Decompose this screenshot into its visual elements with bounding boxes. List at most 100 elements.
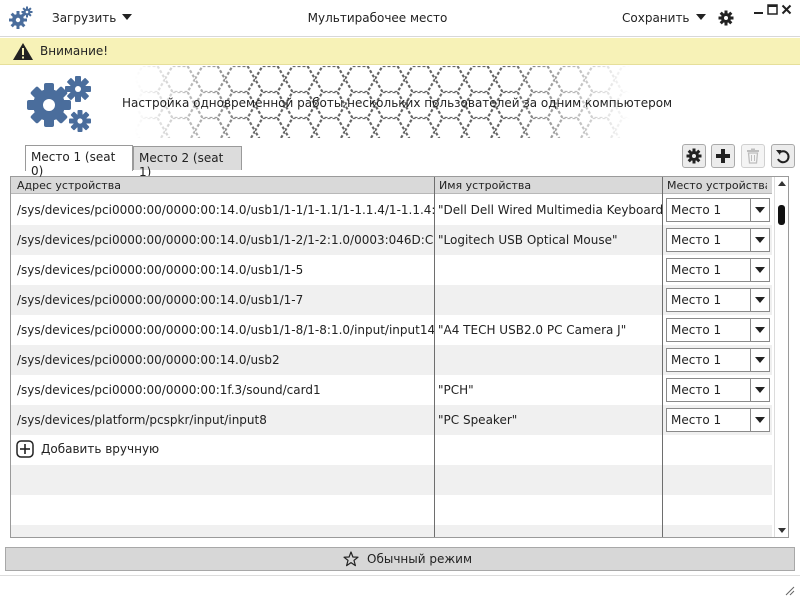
device-address: /sys/devices/pci0000:00/0000:00:14.0/usb… <box>17 353 280 367</box>
warning-triangle-icon <box>13 43 33 60</box>
device-name: "Logitech USB Optical Mouse" <box>438 233 618 247</box>
seat-dropdown-value: Место 1 <box>671 203 722 217</box>
chevron-down-icon <box>755 417 765 423</box>
chevron-down-icon <box>755 387 765 393</box>
title-bar: Загрузить Мультирабочее место Сохранить <box>0 0 800 37</box>
device-address: /sys/devices/pci0000:00/0000:00:14.0/usb… <box>17 203 434 217</box>
add-seat-button[interactable] <box>711 144 735 168</box>
seat-dropdown-value: Место 1 <box>671 413 722 427</box>
seat-dropdown[interactable]: Место 1 <box>666 408 770 432</box>
table-row[interactable]: /sys/devices/pci0000:00/0000:00:14.0/usb… <box>11 345 772 375</box>
chevron-down-icon <box>755 207 765 213</box>
seat-dropdown[interactable]: Место 1 <box>666 318 770 342</box>
table-row-empty <box>11 525 772 537</box>
seat-dropdown[interactable]: Место 1 <box>666 348 770 372</box>
chevron-down-icon <box>755 267 765 273</box>
device-name: "PC Speaker" <box>438 413 518 427</box>
chevron-down-icon <box>695 14 706 20</box>
column-header-name[interactable]: Имя устройства <box>439 179 664 192</box>
device-name: "A4 TECH USB2.0 PC Camera J" <box>438 323 627 337</box>
reset-button[interactable] <box>771 144 795 168</box>
dropdown-button[interactable] <box>750 349 769 371</box>
column-header-seat[interactable]: Место устройства <box>667 179 767 192</box>
seat-dropdown-value: Место 1 <box>671 293 722 307</box>
seat-dropdown[interactable]: Место 1 <box>666 198 770 222</box>
seat-settings-button[interactable] <box>682 144 706 168</box>
seat-dropdown-value: Место 1 <box>671 263 722 277</box>
table-row[interactable]: /sys/devices/pci0000:00/0000:00:14.0/usb… <box>11 225 772 255</box>
tab-seat-2[interactable]: Место 2 (seat 1) <box>133 146 242 179</box>
status-bar <box>0 575 800 600</box>
device-name: "Dell Dell Wired Multimedia Keyboard" <box>438 203 662 217</box>
dropdown-button[interactable] <box>750 409 769 431</box>
warning-text: Внимание! <box>40 44 109 58</box>
load-menu[interactable]: Загрузить <box>52 11 133 25</box>
seat-dropdown[interactable]: Место 1 <box>666 228 770 252</box>
device-address: /sys/devices/pci0000:00/0000:00:1f.3/sou… <box>17 383 321 397</box>
table-header: Адрес устройства Имя устройства Место ус… <box>11 177 772 194</box>
column-separator <box>434 177 435 537</box>
device-address: /sys/devices/pci0000:00/0000:00:14.0/usb… <box>17 263 304 277</box>
table-row[interactable]: /sys/devices/pci0000:00/0000:00:14.0/usb… <box>11 285 772 315</box>
scroll-down-arrow-icon[interactable] <box>778 528 786 533</box>
plus-icon <box>716 149 730 163</box>
chevron-down-icon <box>755 327 765 333</box>
header-description: Настройка одновременной работы нескольки… <box>122 96 673 110</box>
dropdown-button[interactable] <box>750 259 769 281</box>
column-separator <box>662 177 663 537</box>
chevron-down-icon <box>122 14 133 20</box>
device-name: "PCH" <box>438 383 474 397</box>
save-menu[interactable]: Сохранить <box>622 11 706 25</box>
column-header-address[interactable]: Адрес устройства <box>17 179 432 192</box>
normal-mode-label: Обычный режим <box>367 552 473 566</box>
dropdown-button[interactable] <box>750 229 769 251</box>
dropdown-button[interactable] <box>750 289 769 311</box>
undo-icon <box>776 150 790 164</box>
tab-seat-1[interactable]: Место 1 (seat 0) <box>25 145 133 178</box>
table-row[interactable]: /sys/devices/pci0000:00/0000:00:14.0/usb… <box>11 255 772 285</box>
dropdown-button[interactable] <box>750 379 769 401</box>
add-manually-label: Добавить вручную <box>41 442 160 456</box>
gear-icon <box>686 148 702 164</box>
seat-dropdown-value: Место 1 <box>671 323 722 337</box>
vertical-scrollbar[interactable] <box>774 177 788 537</box>
minimize-icon[interactable] <box>753 4 764 15</box>
trash-icon <box>747 148 759 164</box>
table-row[interactable]: /sys/devices/pci0000:00/0000:00:14.0/usb… <box>11 195 772 225</box>
gears-icon <box>9 6 33 29</box>
resize-grip-icon[interactable] <box>784 585 795 596</box>
seat-dropdown-value: Место 1 <box>671 353 722 367</box>
close-icon[interactable] <box>781 4 792 15</box>
table-row-empty <box>11 495 772 525</box>
scroll-thumb[interactable] <box>778 205 785 225</box>
star-icon <box>343 551 359 567</box>
normal-mode-button[interactable]: Обычный режим <box>5 547 795 571</box>
device-address: /sys/devices/platform/pcspkr/input/input… <box>17 413 267 427</box>
device-table: Адрес устройства Имя устройства Место ус… <box>10 176 789 538</box>
chevron-down-icon <box>755 297 765 303</box>
device-address: /sys/devices/pci0000:00/0000:00:14.0/usb… <box>17 323 434 337</box>
seat-dropdown[interactable]: Место 1 <box>666 258 770 282</box>
gear-icon[interactable] <box>718 10 734 26</box>
seat-dropdown[interactable]: Место 1 <box>666 288 770 312</box>
device-address: /sys/devices/pci0000:00/0000:00:14.0/usb… <box>17 293 304 307</box>
chevron-down-icon <box>755 357 765 363</box>
device-address: /sys/devices/pci0000:00/0000:00:14.0/usb… <box>17 233 434 247</box>
gears-icon <box>27 76 91 132</box>
table-row[interactable]: /sys/devices/pci0000:00/0000:00:14.0/usb… <box>11 315 772 345</box>
delete-seat-button[interactable] <box>741 144 765 168</box>
seat-dropdown-value: Место 1 <box>671 383 722 397</box>
table-row[interactable]: /sys/devices/pci0000:00/0000:00:1f.3/sou… <box>11 375 772 405</box>
maximize-icon[interactable] <box>767 4 778 15</box>
table-row[interactable]: /sys/devices/platform/pcspkr/input/input… <box>11 405 772 435</box>
dropdown-button[interactable] <box>750 319 769 341</box>
seat-dropdown-value: Место 1 <box>671 233 722 247</box>
scroll-up-arrow-icon[interactable] <box>778 181 786 186</box>
table-row-empty <box>11 465 772 495</box>
chevron-down-icon <box>755 237 765 243</box>
warning-bar: Внимание! <box>0 38 800 65</box>
save-menu-label: Сохранить <box>622 11 690 25</box>
dropdown-button[interactable] <box>750 199 769 221</box>
load-menu-label: Загрузить <box>52 11 117 25</box>
seat-dropdown[interactable]: Место 1 <box>666 378 770 402</box>
